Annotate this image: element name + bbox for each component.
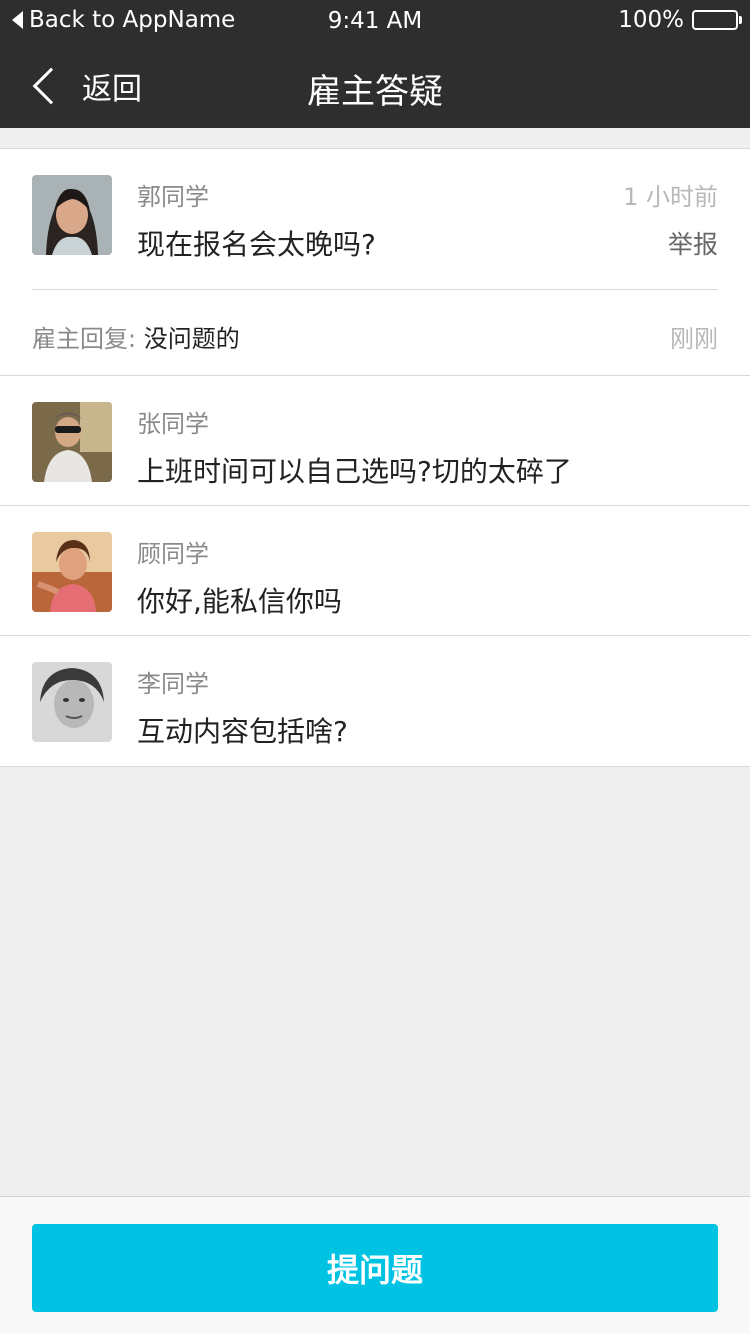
question-text: 现在报名会太晚吗? (137, 228, 376, 261)
avatar (32, 175, 112, 255)
employer-reply: 雇主回复: 没问题的 (32, 319, 240, 354)
question-item[interactable]: 李同学 互动内容包括啥? (0, 636, 750, 766)
avatar (32, 532, 112, 612)
asker-name: 李同学 (137, 670, 209, 698)
question-item[interactable]: 顾同学 你好,能私信你吗 (0, 506, 750, 636)
status-battery: 100% (618, 7, 742, 33)
question-item[interactable]: 张同学 上班时间可以自己选吗?切的太碎了 (0, 376, 750, 506)
question-text: 互动内容包括啥? (137, 715, 348, 748)
reply-text: 没问题的 (143, 325, 240, 353)
nav-bar: 返回 雇主答疑 (0, 44, 750, 128)
avatar (32, 662, 112, 742)
divider (32, 289, 718, 290)
reply-label: 雇主回复: (32, 325, 137, 353)
asker-name: 顾同学 (137, 540, 209, 568)
avatar (32, 402, 112, 482)
question-text: 你好,能私信你吗 (137, 585, 342, 618)
reply-time: 刚刚 (670, 325, 718, 353)
battery-percent: 100% (618, 7, 684, 33)
question-list: 郭同学 现在报名会太晚吗? 1 小时前 举报 雇主回复: 没问题的 刚刚 张同学… (0, 148, 750, 767)
battery-icon (692, 10, 742, 30)
bottom-bar: 提问题 (0, 1196, 750, 1334)
report-link[interactable]: 举报 (668, 225, 718, 261)
asker-name: 郭同学 (137, 183, 209, 211)
question-item[interactable]: 郭同学 现在报名会太晚吗? 1 小时前 举报 雇主回复: 没问题的 刚刚 (0, 149, 750, 376)
page-title: 雇主答疑 (307, 72, 443, 112)
asker-name: 张同学 (137, 410, 209, 438)
ask-question-button[interactable]: 提问题 (32, 1224, 718, 1312)
status-bar: Back to AppName 9:41 AM 100% (0, 0, 750, 44)
question-time: 1 小时前 (623, 183, 718, 211)
question-text: 上班时间可以自己选吗?切的太碎了 (137, 455, 572, 488)
